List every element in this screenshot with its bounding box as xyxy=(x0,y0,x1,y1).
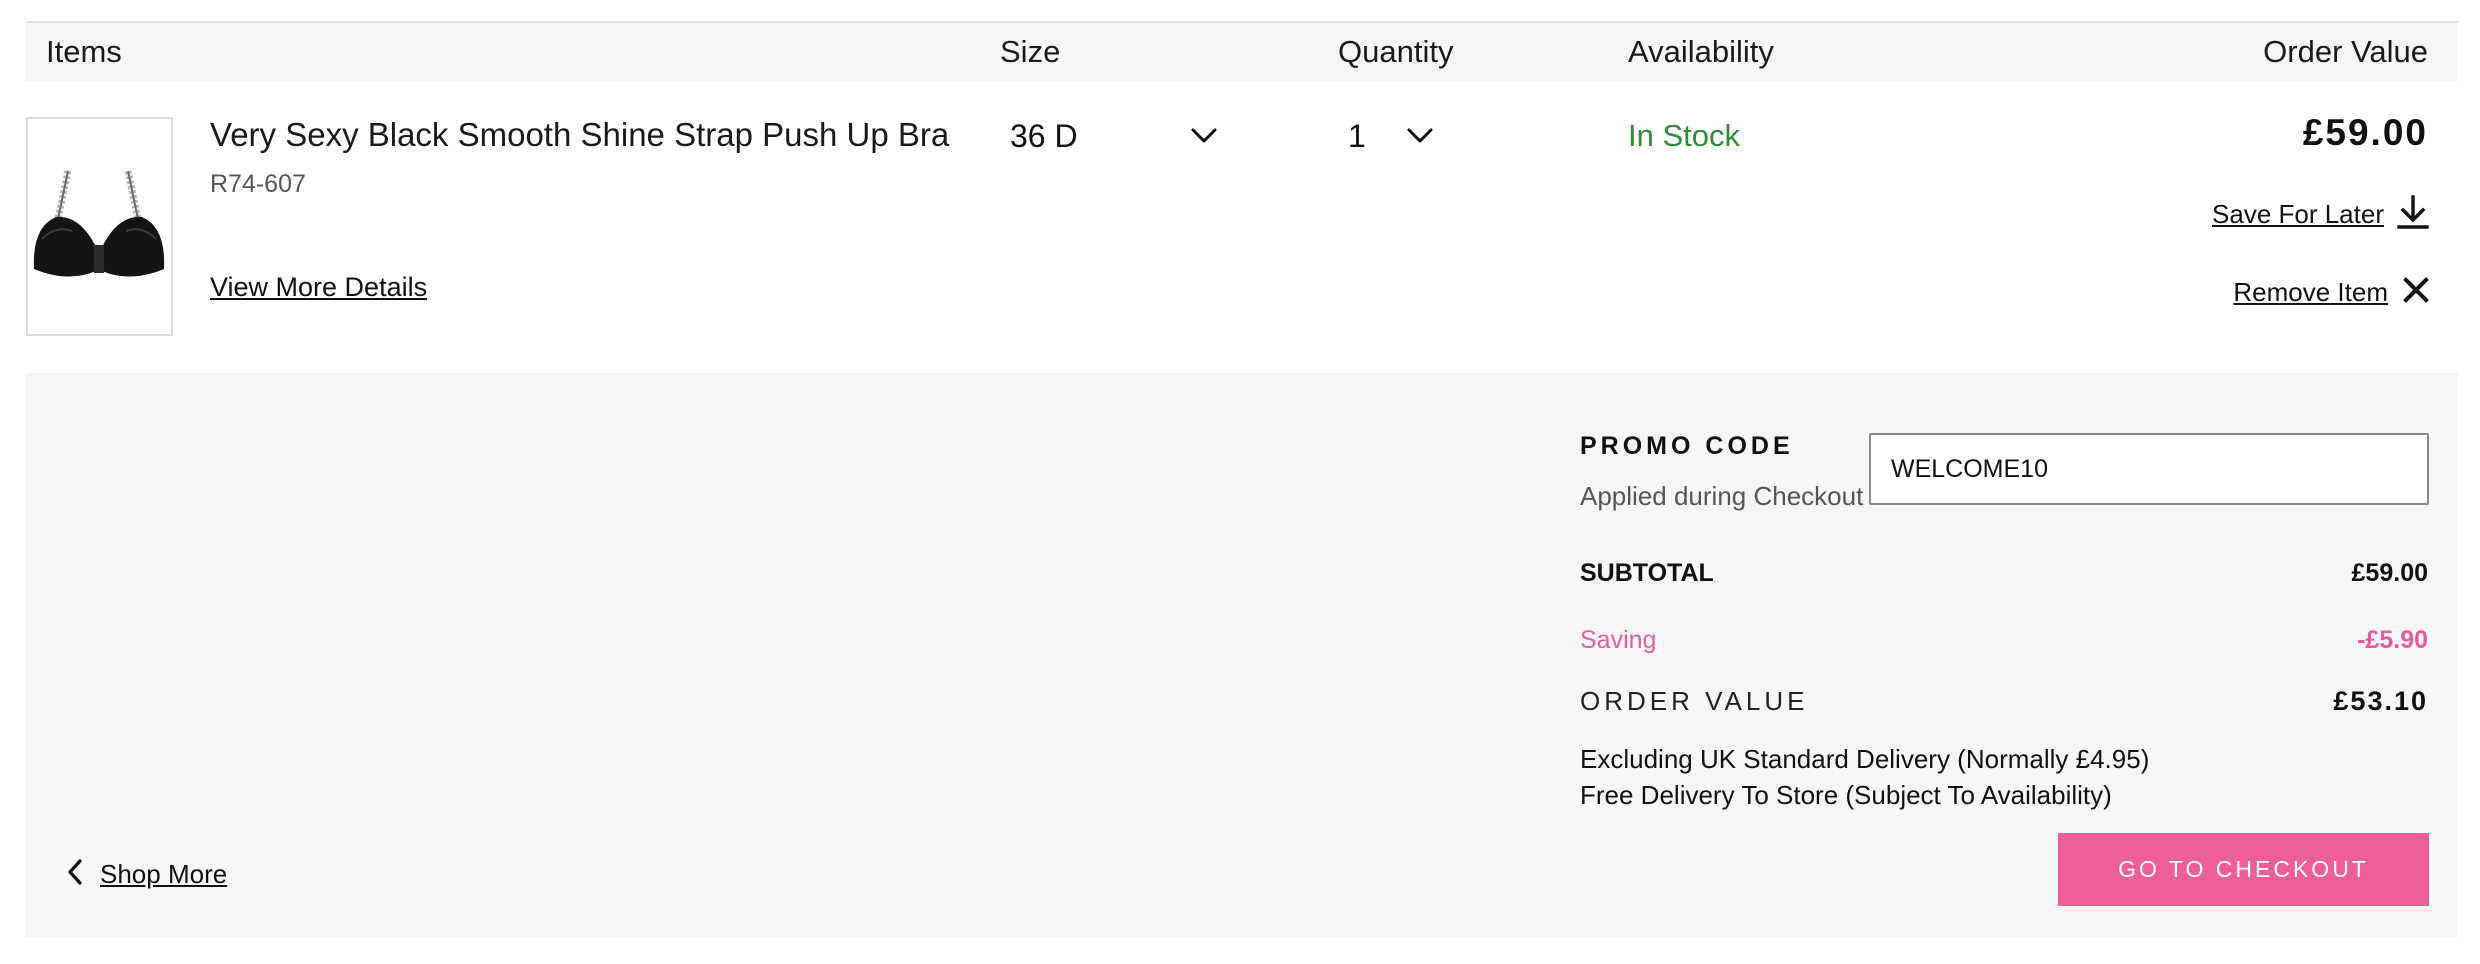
product-name[interactable]: Very Sexy Black Smooth Shine Strap Push … xyxy=(210,116,949,154)
quantity-value: 1 xyxy=(1348,118,1366,154)
remove-item-button[interactable]: Remove Item xyxy=(2233,272,2430,312)
remove-item-label: Remove Item xyxy=(2233,276,2388,307)
save-for-later-button[interactable]: Save For Later xyxy=(2212,194,2430,234)
header-items: Items xyxy=(46,34,122,69)
promo-code-input[interactable] xyxy=(1869,433,2429,505)
header-order-value: Order Value xyxy=(2263,34,2428,69)
shop-more-link[interactable]: Shop More xyxy=(66,856,227,892)
availability-status: In Stock xyxy=(1628,118,1740,153)
chevron-down-icon xyxy=(1188,120,1220,157)
header-size: Size xyxy=(1000,34,1061,69)
promo-code-subtitle: Applied during Checkout xyxy=(1580,481,1864,511)
saving-label: Saving xyxy=(1580,626,1657,654)
order-value-total: £53.10 xyxy=(2333,686,2428,716)
product-sku: R74-607 xyxy=(210,170,306,198)
cart-header-row: Items Size Quantity Availability Order V… xyxy=(26,21,2458,81)
view-more-details-link[interactable]: View More Details xyxy=(210,272,427,303)
header-quantity: Quantity xyxy=(1338,34,1454,69)
go-to-checkout-button[interactable]: GO TO CHECKOUT xyxy=(2058,833,2429,906)
order-value-label: ORDER VALUE xyxy=(1580,686,1809,716)
chevron-left-icon xyxy=(66,858,84,891)
delivery-note: Excluding UK Standard Delivery (Normally… xyxy=(1580,744,2150,774)
size-dropdown[interactable]: 36 D xyxy=(1000,112,1230,164)
close-icon xyxy=(2402,276,2430,309)
chevron-down-icon xyxy=(1404,120,1436,157)
size-value: 36 D xyxy=(1010,118,1078,154)
promo-code-title: PROMO CODE xyxy=(1580,432,1794,460)
bra-product-image xyxy=(33,170,165,277)
quantity-dropdown[interactable]: 1 xyxy=(1334,112,1454,164)
shop-more-label: Shop More xyxy=(100,858,228,889)
saving-value: -£5.90 xyxy=(2357,626,2428,654)
save-for-later-label: Save For Later xyxy=(2212,198,2384,229)
subtotal-value: £59.00 xyxy=(2351,559,2428,587)
product-thumbnail[interactable] xyxy=(26,117,173,336)
item-price: £59.00 xyxy=(2302,112,2428,153)
subtotal-label: SUBTOTAL xyxy=(1580,559,1714,587)
delivery-note: Free Delivery To Store (Subject To Avail… xyxy=(1580,780,2112,810)
download-icon xyxy=(2396,194,2430,235)
header-availability: Availability xyxy=(1628,34,1774,69)
